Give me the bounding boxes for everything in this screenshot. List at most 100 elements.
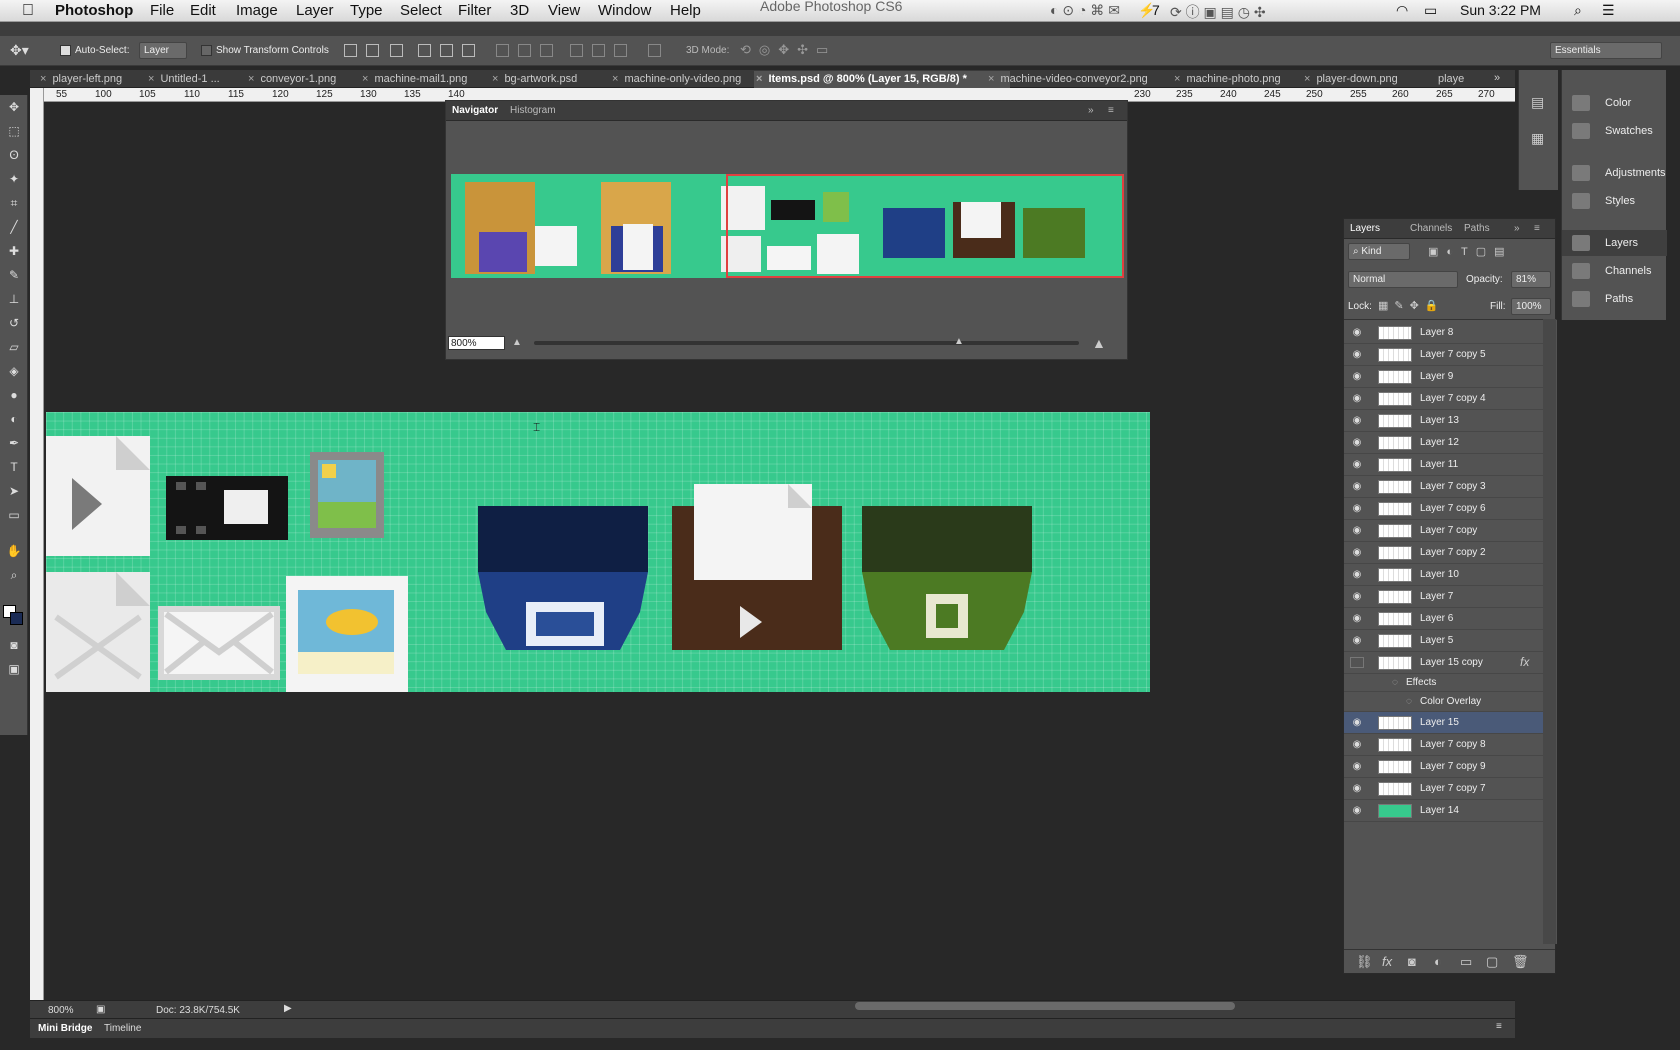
- hand-tool-icon[interactable]: ✋: [4, 541, 24, 561]
- distribute-hcenter-icon[interactable]: [592, 44, 605, 57]
- wifi-icon[interactable]: ◠: [1396, 2, 1408, 19]
- history-brush-icon[interactable]: ↺: [4, 313, 24, 333]
- dock-styles[interactable]: Styles: [1562, 188, 1667, 214]
- notification-icon[interactable]: ☰: [1602, 2, 1615, 19]
- opacity-field[interactable]: 81%: [1511, 271, 1551, 288]
- status-menu-icon[interactable]: ▶: [284, 1003, 292, 1014]
- tab-machine-video-conveyor2[interactable]: × machine-video-conveyor2.png: [986, 71, 1191, 88]
- paint-bucket-icon[interactable]: ◈: [4, 361, 24, 381]
- layers-scrollbar[interactable]: [1543, 319, 1556, 944]
- layer-row[interactable]: ◉ Layer 7 copy 9: [1344, 756, 1543, 778]
- history-panel-icon[interactable]: ▤: [1531, 94, 1544, 111]
- auto-select-checkbox[interactable]: [60, 45, 71, 56]
- lasso-tool-icon[interactable]: ʘ: [4, 145, 24, 165]
- tab-navigator[interactable]: Navigator: [452, 105, 498, 116]
- status-zoom[interactable]: 800%: [48, 1005, 74, 1016]
- eye-icon[interactable]: ◉: [1350, 547, 1364, 558]
- effects-row[interactable]: ◌ Effects: [1344, 674, 1543, 692]
- tab-bg-artwork[interactable]: × bg-artwork.psd: [490, 71, 605, 88]
- layer-row[interactable]: ◉ Layer 7 copy 3: [1344, 476, 1543, 498]
- tab-machine-photo[interactable]: × machine-photo.png: [1172, 71, 1302, 88]
- eye-icon[interactable]: ◉: [1350, 393, 1364, 404]
- layer-row[interactable]: ◉ Layer 9: [1344, 366, 1543, 388]
- healing-brush-icon[interactable]: ✚: [4, 241, 24, 261]
- eye-icon[interactable]: ◉: [1350, 739, 1364, 750]
- distribute-left-icon[interactable]: [570, 44, 583, 57]
- dock-swatches[interactable]: Swatches: [1562, 118, 1667, 144]
- layer-row[interactable]: ◉ Layer 14: [1344, 800, 1543, 822]
- layer-row[interactable]: ◉ Layer 12: [1344, 432, 1543, 454]
- tab-items-psd[interactable]: × Items.psd @ 800% (Layer 15, RGB/8) *: [754, 71, 1010, 88]
- eye-icon[interactable]: ◉: [1350, 371, 1364, 382]
- collapse-panel-icon[interactable]: »: [1088, 105, 1094, 116]
- eye-icon[interactable]: ◉: [1350, 591, 1364, 602]
- zoom-in-icon[interactable]: ▲: [1092, 335, 1106, 351]
- tabs-overflow-icon[interactable]: »: [1494, 72, 1500, 84]
- eyedropper-tool-icon[interactable]: ╱: [4, 217, 24, 237]
- close-icon[interactable]: ×: [1174, 73, 1180, 85]
- tab-untitled-1[interactable]: × Untitled-1 ...: [146, 71, 236, 88]
- tab-channels[interactable]: Channels: [1410, 223, 1452, 234]
- eye-icon[interactable]: ◉: [1350, 569, 1364, 580]
- layer-filter-icons[interactable]: ▣◐T▢▤: [1428, 245, 1513, 258]
- clock[interactable]: Sun 3:22 PM: [1460, 2, 1541, 18]
- tab-mini-bridge[interactable]: Mini Bridge: [38, 1023, 92, 1034]
- tab-timeline[interactable]: Timeline: [104, 1023, 141, 1034]
- layer-filter-dropdown[interactable]: ⌕ Kind: [1348, 243, 1410, 260]
- document-canvas[interactable]: [46, 412, 1150, 692]
- layer-row[interactable]: ◉ Layer 10: [1344, 564, 1543, 586]
- spotlight-icon[interactable]: ⌕: [1574, 2, 1582, 19]
- crop-tool-icon[interactable]: ⌗: [4, 193, 24, 213]
- blur-tool-icon[interactable]: ●: [4, 385, 24, 405]
- close-icon[interactable]: ×: [40, 73, 46, 85]
- pen-tool-icon[interactable]: ✒: [4, 433, 24, 453]
- panel-menu-icon[interactable]: ≡: [1496, 1021, 1502, 1032]
- move-tool-icon[interactable]: ✥▾: [10, 42, 29, 59]
- tray-icons[interactable]: ⟳ ⓘ ▣ ▤ ◷ ✣: [1170, 2, 1266, 22]
- auto-select-dropdown[interactable]: Layer: [139, 42, 187, 59]
- align-top-icon[interactable]: [344, 44, 357, 57]
- distribute-right-icon[interactable]: [614, 44, 627, 57]
- tab-playe[interactable]: playe: [1436, 71, 1476, 88]
- app-menu[interactable]: Photoshop: [55, 2, 133, 19]
- distribute-bottom-icon[interactable]: [540, 44, 553, 57]
- layer-row[interactable]: ◉ Layer 7 copy 5: [1344, 344, 1543, 366]
- menu-window[interactable]: Window: [598, 2, 651, 19]
- eye-icon[interactable]: ◉: [1350, 415, 1364, 426]
- visibility-toggle[interactable]: ·: [1350, 657, 1364, 668]
- dock-adjustments[interactable]: Adjustments: [1562, 160, 1667, 186]
- layer-row[interactable]: ◉ Layer 7 copy 6: [1344, 498, 1543, 520]
- close-icon[interactable]: ×: [1304, 73, 1310, 85]
- zoom-tool-icon[interactable]: ⌕: [4, 565, 24, 585]
- tab-histogram[interactable]: Histogram: [510, 105, 556, 116]
- eye-icon[interactable]: ◉: [1350, 349, 1364, 360]
- menu-file[interactable]: File: [150, 2, 174, 19]
- menu-select[interactable]: Select: [400, 2, 442, 19]
- close-icon[interactable]: ×: [248, 73, 254, 85]
- eye-icon[interactable]: ◉: [1350, 459, 1364, 470]
- eye-icon[interactable]: ◌: [1406, 696, 1412, 707]
- close-icon[interactable]: ×: [756, 73, 762, 85]
- menu-layer[interactable]: Layer: [296, 2, 334, 19]
- eye-icon[interactable]: ◉: [1350, 525, 1364, 536]
- tab-machine-mail1[interactable]: × machine-mail1.png: [360, 71, 485, 88]
- close-icon[interactable]: ×: [362, 73, 368, 85]
- menu-3d[interactable]: 3D: [510, 2, 529, 19]
- magic-wand-icon[interactable]: ✦: [4, 169, 24, 189]
- color-overlay-row[interactable]: ◌ Color Overlay: [1344, 692, 1543, 712]
- layer-row-selected[interactable]: ◉ Layer 15: [1344, 712, 1543, 734]
- eye-icon[interactable]: ◌: [1392, 677, 1398, 688]
- dock-paths[interactable]: Paths: [1562, 286, 1667, 312]
- layer-row[interactable]: ◉ Layer 6: [1344, 608, 1543, 630]
- dock-layers[interactable]: Layers: [1562, 230, 1667, 256]
- zoom-slider-handle[interactable]: ▲: [954, 336, 964, 347]
- align-vcenter-icon[interactable]: [366, 44, 379, 57]
- 3d-mode-icons[interactable]: ⟲◎✥✣▭: [740, 42, 836, 58]
- menu-type[interactable]: Type: [350, 2, 383, 19]
- eye-icon[interactable]: ◉: [1350, 613, 1364, 624]
- zoom-out-icon[interactable]: ▲: [512, 337, 522, 348]
- layer-row[interactable]: · Layer 15 copy fx: [1344, 652, 1543, 674]
- type-tool-icon[interactable]: T: [4, 457, 24, 477]
- display-icon[interactable]: ▭: [1424, 2, 1437, 19]
- eye-icon[interactable]: ◉: [1350, 761, 1364, 772]
